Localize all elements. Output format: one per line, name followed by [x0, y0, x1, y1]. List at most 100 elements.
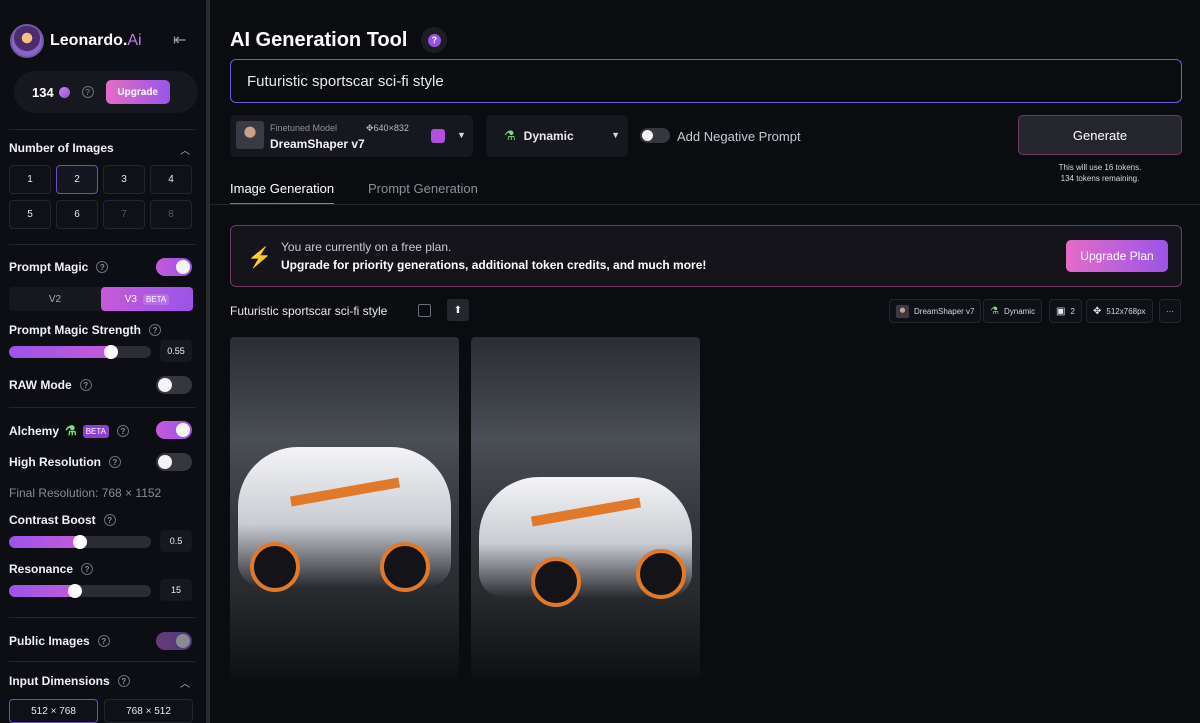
tabs-divider: [210, 204, 1200, 205]
model-thumbnail: [896, 304, 909, 318]
dimension-768x512[interactable]: 768 × 512: [104, 699, 193, 723]
raw-mode-toggle[interactable]: [156, 376, 192, 394]
chip-size: ✥ 512x768px: [1086, 299, 1153, 323]
generated-image[interactable]: [471, 337, 700, 679]
negative-prompt-label[interactable]: Add Negative Prompt: [677, 129, 801, 144]
upgrade-plan-button[interactable]: Upgrade Plan: [1066, 240, 1168, 272]
caret-down-icon: ▼: [457, 130, 466, 140]
move-icon: ✥: [1093, 305, 1102, 317]
num-images-4[interactable]: 4: [150, 165, 192, 194]
style-selector[interactable]: ⚗ Dynamic ▼: [486, 115, 628, 157]
high-resolution-toggle[interactable]: [156, 453, 192, 471]
num-images-5[interactable]: 5: [9, 200, 51, 229]
version-v3[interactable]: V3 BETA: [101, 287, 193, 311]
input-dimensions-title[interactable]: Input Dimensions?: [9, 674, 130, 688]
help-icon[interactable]: ?: [96, 261, 109, 273]
num-images-3[interactable]: 3: [103, 165, 145, 194]
negative-prompt-toggle[interactable]: [640, 128, 670, 143]
contrast-boost-title: Contrast Boost?: [9, 513, 116, 527]
resonance-slider[interactable]: [9, 584, 151, 598]
images-icon: ▣: [1056, 305, 1066, 317]
chevron-up-icon[interactable]: ︿: [180, 675, 190, 690]
help-icon[interactable]: ?: [79, 379, 92, 391]
number-of-images-title[interactable]: Number of Images: [9, 141, 114, 155]
number-of-images-grid: 1 2 3 4 5 6 7 8: [9, 165, 193, 229]
chip-model: DreamShaper v7: [889, 299, 982, 323]
prompt-input[interactable]: [230, 59, 1182, 103]
help-icon[interactable]: ?: [149, 324, 162, 336]
style-name: Dynamic: [523, 129, 574, 143]
public-images-toggle[interactable]: [156, 632, 192, 650]
logo[interactable]: Leonardo.Ai: [10, 24, 142, 58]
tokens-box: 134 ? Upgrade: [14, 71, 198, 113]
upgrade-button[interactable]: Upgrade: [105, 80, 170, 104]
resonance-title: Resonance?: [9, 562, 94, 576]
token-count: 134: [32, 84, 54, 100]
chevron-up-icon[interactable]: ︿: [180, 142, 190, 157]
model-type-label: Finetuned Model: [270, 123, 338, 133]
more-options-button[interactable]: ···: [1159, 299, 1181, 323]
model-thumbnail: [236, 121, 264, 149]
final-resolution: Final Resolution: 768 × 1152: [9, 486, 162, 500]
prompt-magic-strength-value[interactable]: 0.55: [160, 340, 192, 362]
slider-handle[interactable]: [104, 345, 118, 359]
model-selector[interactable]: Finetuned Model ✥640×832 DreamShaper v7 …: [230, 115, 473, 157]
resonance-value[interactable]: 15: [160, 579, 192, 601]
token-usage-note: This will use 16 tokens. 134 tokens rema…: [1058, 163, 1142, 183]
contrast-boost-value[interactable]: 0.5: [160, 530, 192, 552]
model-settings-icon[interactable]: [431, 129, 445, 143]
version-v2[interactable]: V2: [9, 287, 101, 311]
public-images-title: Public Images?: [9, 634, 110, 648]
generated-image[interactable]: [230, 337, 459, 679]
logo-avatar: [10, 24, 44, 58]
num-images-6[interactable]: 6: [56, 200, 98, 229]
tab-prompt-generation[interactable]: Prompt Generation: [368, 181, 478, 196]
alchemy-toggle[interactable]: [156, 421, 192, 439]
coins-icon: [58, 86, 70, 98]
divider: [9, 661, 195, 662]
help-button[interactable]: ?: [421, 27, 448, 53]
help-icon[interactable]: ?: [81, 563, 94, 575]
beta-badge: BETA: [82, 424, 109, 438]
generate-button[interactable]: Generate: [1018, 115, 1182, 155]
num-images-1[interactable]: 1: [9, 165, 51, 194]
num-images-8[interactable]: 8: [150, 200, 192, 229]
caret-down-icon: ▼: [611, 130, 620, 140]
contrast-boost-slider[interactable]: [9, 535, 151, 549]
divider: [9, 407, 195, 408]
num-images-7[interactable]: 7: [103, 200, 145, 229]
copy-icon[interactable]: [418, 304, 431, 317]
slider-handle[interactable]: [68, 584, 82, 598]
help-icon: ?: [427, 33, 441, 47]
plan-upsell: Upgrade for priority generations, additi…: [281, 258, 707, 272]
prompt-magic-strength-title: Prompt Magic Strength?: [9, 323, 162, 337]
dimension-512x768[interactable]: 512 × 768: [9, 699, 98, 723]
help-icon[interactable]: ?: [117, 425, 129, 437]
help-icon[interactable]: ?: [103, 514, 116, 526]
help-icon[interactable]: ?: [117, 675, 130, 687]
prompt-magic-toggle[interactable]: [156, 258, 192, 276]
flask-icon: ⚗: [504, 128, 516, 143]
model-name: DreamShaper v7: [270, 137, 365, 151]
collapse-sidebar-icon[interactable]: ⇤: [173, 30, 186, 50]
slider-handle[interactable]: [73, 535, 87, 549]
flask-icon: ⚗: [65, 423, 77, 438]
model-dimensions: ✥640×832: [366, 123, 409, 133]
flask-icon: ⚗: [990, 305, 999, 317]
lightning-icon: ⚡: [247, 247, 272, 269]
tab-image-generation[interactable]: Image Generation: [230, 181, 335, 205]
brand-name: Leonardo.Ai: [50, 32, 142, 49]
main-panel: AI Generation Tool ? Finetuned Model ✥64…: [210, 0, 1200, 723]
reuse-prompt-button[interactable]: ⬆: [447, 299, 469, 321]
beta-badge: BETA: [142, 293, 170, 305]
help-icon[interactable]: ?: [81, 86, 94, 98]
divider: [9, 244, 195, 245]
prompt-magic-title: Prompt Magic?: [9, 260, 109, 274]
plan-status: You are currently on a free plan.: [281, 240, 452, 254]
help-icon[interactable]: ?: [109, 456, 121, 468]
help-icon[interactable]: ?: [97, 635, 110, 647]
prompt-magic-strength-slider[interactable]: [9, 345, 151, 359]
raw-mode-title: RAW Mode?: [9, 378, 92, 392]
page-title: AI Generation Tool ?: [230, 27, 448, 53]
num-images-2[interactable]: 2: [56, 165, 98, 194]
